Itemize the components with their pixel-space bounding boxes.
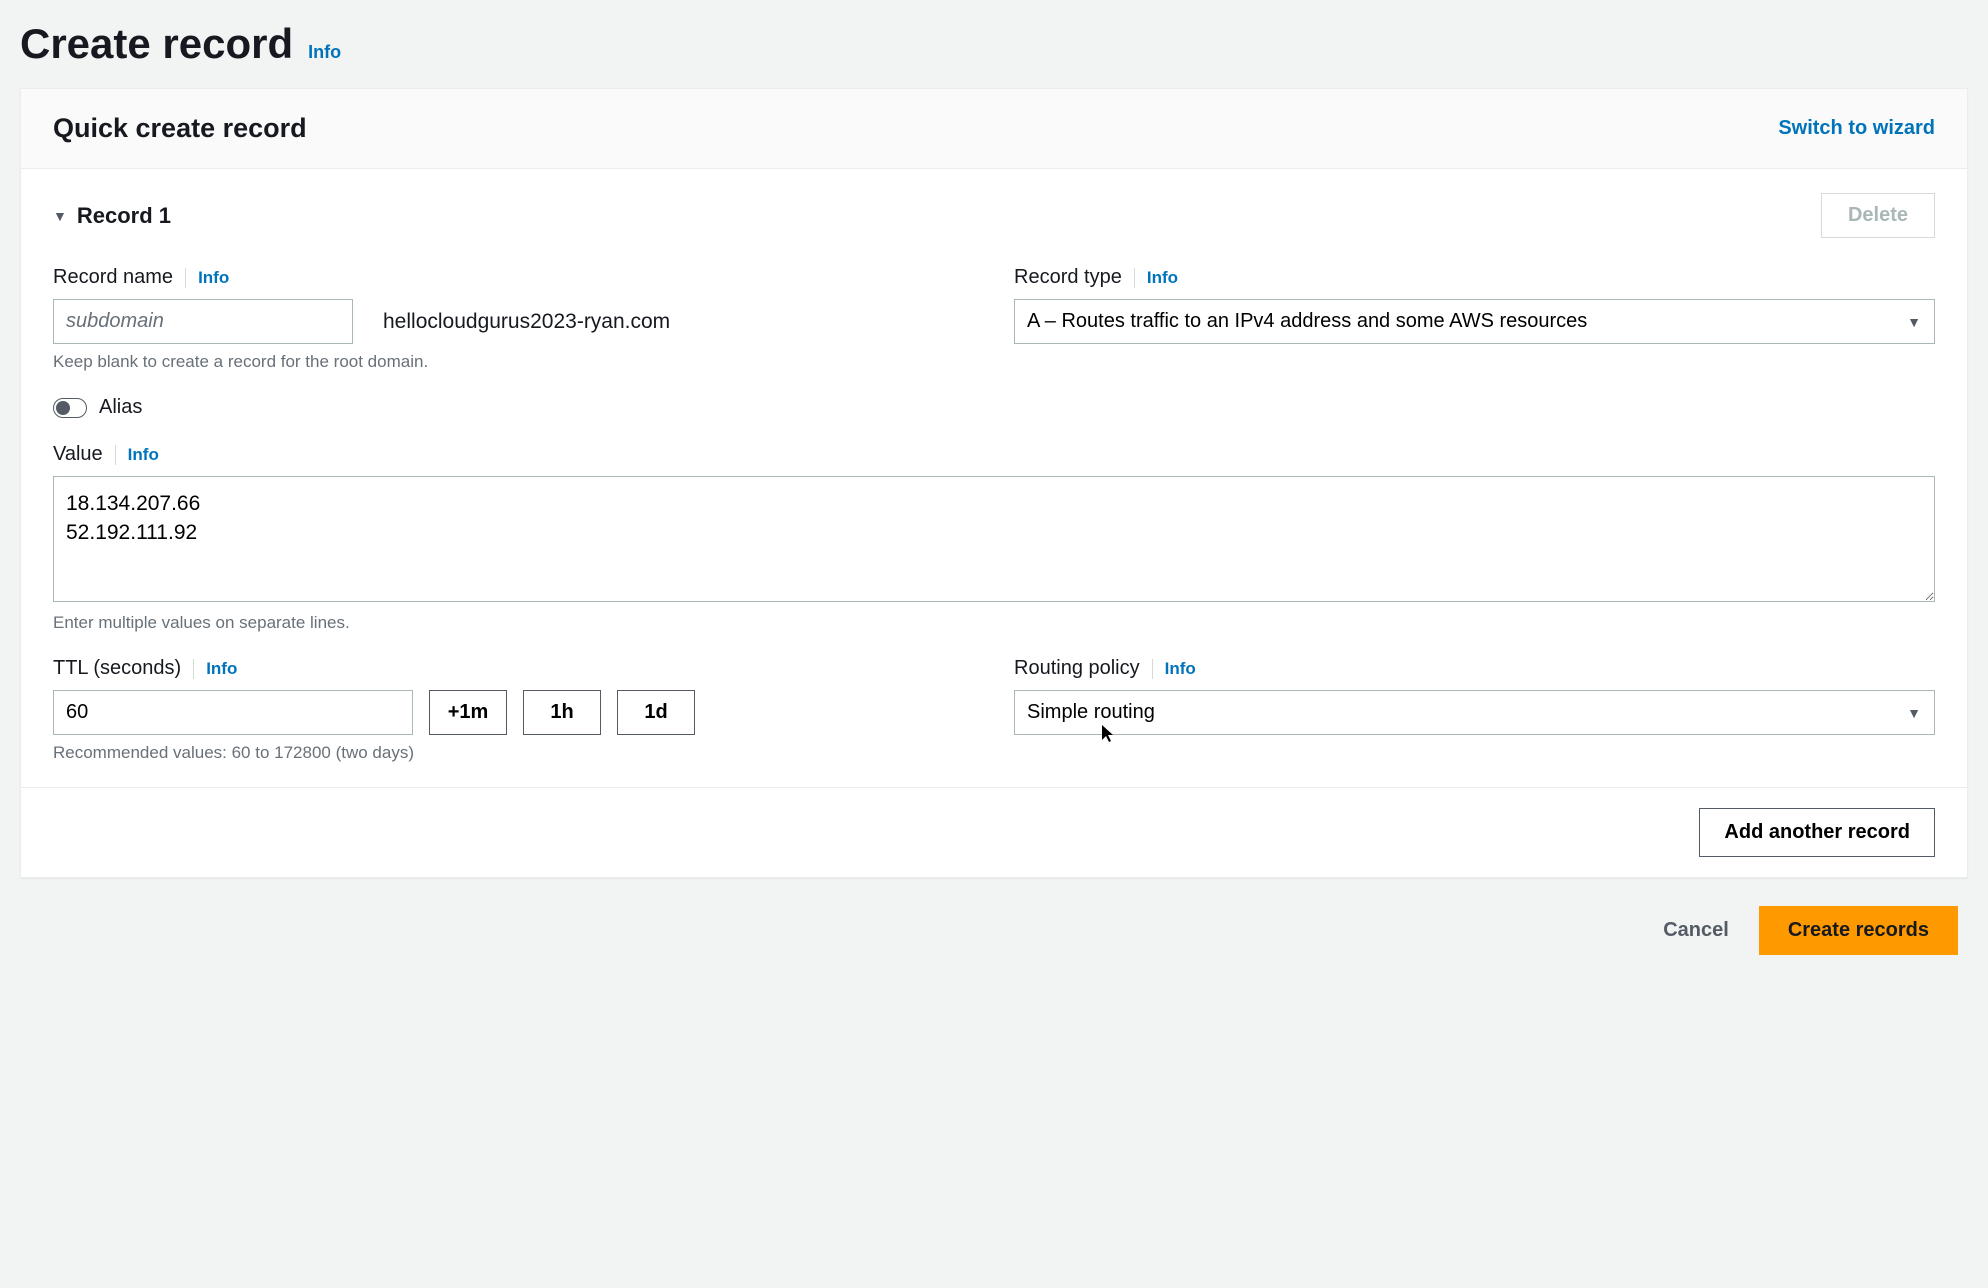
- cancel-button[interactable]: Cancel: [1663, 919, 1729, 942]
- ttl-preset-1m-button[interactable]: +1m: [429, 690, 507, 735]
- ttl-preset-1h-button[interactable]: 1h: [523, 690, 601, 735]
- divider: [185, 268, 186, 288]
- quick-create-panel: Quick create record Switch to wizard ▼ R…: [20, 88, 1968, 878]
- divider: [1134, 268, 1135, 288]
- divider: [1152, 659, 1153, 679]
- ttl-help: Recommended values: 60 to 172800 (two da…: [53, 743, 974, 763]
- panel-title: Quick create record: [53, 113, 307, 144]
- ttl-label: TTL (seconds): [53, 657, 181, 680]
- value-help: Enter multiple values on separate lines.: [53, 613, 1935, 633]
- alias-toggle[interactable]: [53, 398, 87, 418]
- create-records-button[interactable]: Create records: [1759, 906, 1958, 955]
- switch-to-wizard-link[interactable]: Switch to wizard: [1778, 117, 1935, 140]
- record-name-field: Record name Info hellocloudgurus2023-rya…: [53, 266, 974, 372]
- record-name-help: Keep blank to create a record for the ro…: [53, 352, 974, 372]
- toggle-knob-icon: [56, 401, 70, 415]
- routing-policy-label: Routing policy: [1014, 657, 1140, 680]
- ttl-info-link[interactable]: Info: [206, 659, 237, 679]
- panel-footer: Add another record: [21, 787, 1967, 877]
- record-name-input[interactable]: [53, 299, 353, 344]
- record-name-info-link[interactable]: Info: [198, 268, 229, 288]
- page-actions: Cancel Create records: [20, 878, 1968, 965]
- routing-policy-field: Routing policy Info Simple routing ▼: [1014, 657, 1935, 763]
- record-type-label: Record type: [1014, 266, 1122, 289]
- routing-policy-select[interactable]: Simple routing: [1014, 690, 1935, 735]
- divider: [193, 659, 194, 679]
- divider: [115, 445, 116, 465]
- record-type-field: Record type Info A – Routes traffic to a…: [1014, 266, 1935, 372]
- record-type-select[interactable]: A – Routes traffic to an IPv4 address an…: [1014, 299, 1935, 344]
- panel-body: ▼ Record 1 Delete Record name Info hello…: [21, 169, 1967, 787]
- value-textarea[interactable]: [53, 476, 1935, 602]
- ttl-input[interactable]: [53, 690, 413, 735]
- value-info-link[interactable]: Info: [128, 445, 159, 465]
- record-title: Record 1: [77, 203, 171, 229]
- page-title: Create record: [20, 20, 293, 68]
- ttl-preset-1d-button[interactable]: 1d: [617, 690, 695, 735]
- ttl-field: TTL (seconds) Info +1m 1h 1d Recommended…: [53, 657, 974, 763]
- record-type-info-link[interactable]: Info: [1147, 268, 1178, 288]
- add-another-record-button[interactable]: Add another record: [1699, 808, 1935, 857]
- record-header-toggle[interactable]: ▼ Record 1: [53, 203, 171, 229]
- alias-label: Alias: [99, 396, 142, 419]
- value-label: Value: [53, 443, 103, 466]
- page-info-link[interactable]: Info: [308, 42, 341, 63]
- record-name-label: Record name: [53, 266, 173, 289]
- domain-suffix: hellocloudgurus2023-ryan.com: [383, 310, 670, 334]
- panel-header: Quick create record Switch to wizard: [21, 89, 1967, 169]
- delete-button[interactable]: Delete: [1821, 193, 1935, 238]
- caret-down-icon: ▼: [53, 208, 67, 224]
- routing-policy-info-link[interactable]: Info: [1165, 659, 1196, 679]
